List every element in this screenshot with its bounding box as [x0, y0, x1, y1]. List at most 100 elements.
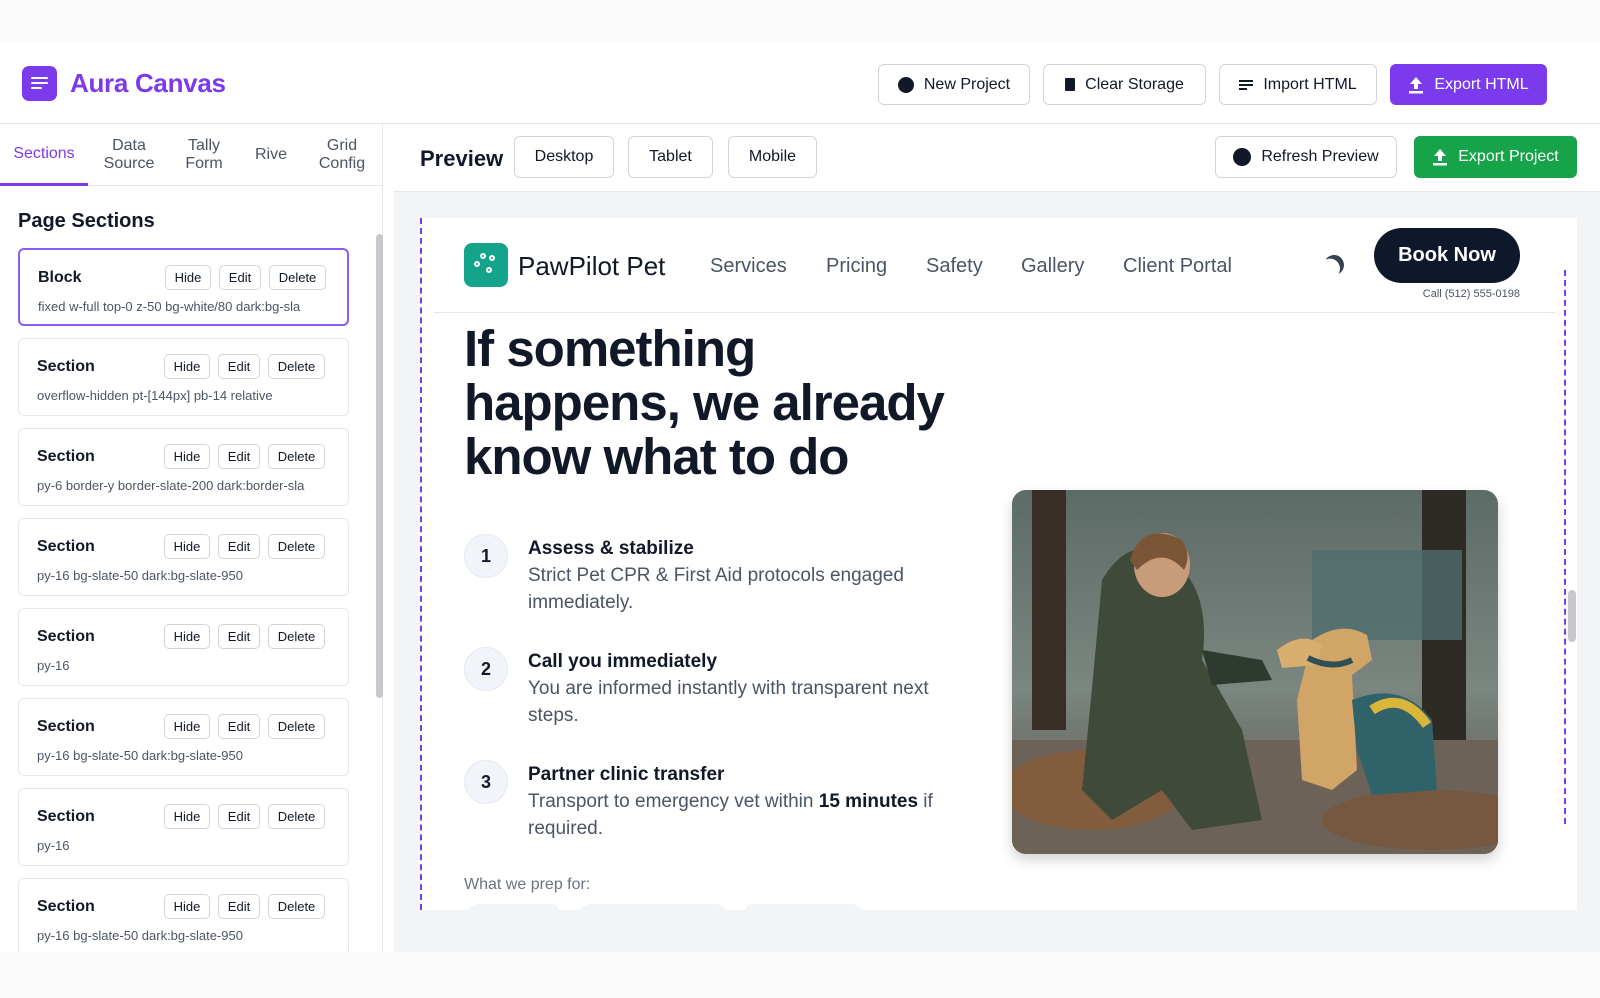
section-card[interactable]: Section Hide Edit Delete py-16 bg-slate-…: [18, 698, 349, 776]
delete-button[interactable]: Delete: [268, 714, 325, 739]
tablet-button[interactable]: Tablet: [628, 136, 713, 178]
prep-label: What we prep for:: [464, 876, 591, 893]
sidebar-scrollbar[interactable]: [376, 234, 383, 698]
rescuer-with-dog-illustration: [1012, 490, 1498, 854]
preview-frame-border: [1564, 270, 1566, 824]
hide-button[interactable]: Hide: [164, 354, 210, 379]
nav-client-portal[interactable]: Client Portal: [1123, 255, 1232, 278]
section-list: Block Hide Edit Delete fixed w-full top-…: [18, 248, 349, 952]
delete-button[interactable]: Delete: [268, 444, 325, 469]
nav-pricing[interactable]: Pricing: [826, 255, 887, 278]
top-bar: Aura Canvas New Project Clear Storage Im…: [0, 42, 1600, 124]
import-html-label: Import HTML: [1263, 75, 1357, 93]
refresh-preview-button[interactable]: Refresh Preview: [1215, 136, 1397, 178]
desktop-button[interactable]: Desktop: [514, 136, 614, 178]
section-classes: py-16 bg-slate-50 dark:bg-slate-950: [37, 928, 243, 943]
hero-image: [1012, 490, 1498, 854]
hide-button[interactable]: Hide: [164, 714, 210, 739]
tab-tally-form-label: Tally Form: [185, 137, 223, 172]
hide-button[interactable]: Hide: [164, 624, 210, 649]
step-desc-emphasis: 15 minutes: [818, 791, 919, 812]
new-project-label: New Project: [923, 75, 1011, 93]
delete-button[interactable]: Delete: [269, 265, 326, 290]
edit-button[interactable]: Edit: [218, 714, 260, 739]
edit-button[interactable]: Edit: [218, 534, 260, 559]
nav-services[interactable]: Services: [710, 255, 787, 278]
edit-button[interactable]: Edit: [218, 444, 260, 469]
preview-frame: PawPilot Pet Services Pricing Safety Gal…: [420, 218, 1577, 910]
new-project-button[interactable]: New Project: [878, 64, 1030, 105]
hide-button[interactable]: Hide: [164, 894, 210, 919]
edit-button[interactable]: Edit: [218, 804, 260, 829]
section-classes: py-16 bg-slate-50 dark:bg-slate-950: [37, 748, 243, 763]
step-description: Strict Pet CPR & First Aid protocols eng…: [528, 565, 904, 613]
section-type: Block: [38, 269, 82, 286]
step-description: Transport to emergency vet within 15 min…: [528, 788, 958, 842]
hide-button[interactable]: Hide: [164, 804, 210, 829]
section-card[interactable]: Section Hide Edit Delete py-16 bg-slate-…: [18, 878, 349, 952]
import-html-button[interactable]: Import HTML: [1219, 64, 1377, 105]
tab-data-source[interactable]: Data Source: [92, 124, 166, 186]
edit-button[interactable]: Edit: [218, 624, 260, 649]
tab-sections[interactable]: Sections: [0, 124, 88, 186]
site-name: PawPilot Pet: [518, 251, 666, 281]
export-project-button[interactable]: Export Project: [1414, 136, 1577, 178]
page-sections-title: Page Sections: [18, 210, 155, 232]
app-brand: Aura Canvas: [70, 68, 226, 98]
tab-grid-config[interactable]: Grid Config: [306, 124, 378, 186]
section-card[interactable]: Section Hide Edit Delete py-16: [18, 788, 349, 866]
prep-tag: [744, 904, 862, 910]
upload-icon: [1433, 149, 1448, 166]
step-desc-text: Transport to emergency vet within: [528, 791, 819, 812]
section-card[interactable]: Section Hide Edit Delete py-6 border-y b…: [18, 428, 349, 506]
moon-icon[interactable]: [1321, 252, 1347, 278]
hide-button[interactable]: Hide: [165, 265, 211, 290]
section-type: Section: [37, 898, 95, 915]
hide-button[interactable]: Hide: [164, 534, 210, 559]
lines-icon: [1239, 79, 1254, 90]
delete-button[interactable]: Delete: [268, 894, 325, 919]
step-description: You are informed instantly with transpar…: [528, 678, 929, 726]
tab-rive[interactable]: Rive: [242, 124, 300, 186]
hide-button[interactable]: Hide: [164, 444, 210, 469]
clear-storage-label: Clear Storage: [1085, 75, 1184, 93]
section-classes: py-16 bg-slate-50 dark:bg-slate-950: [37, 568, 243, 583]
tab-tally-form[interactable]: Tally Form: [170, 124, 238, 186]
prep-tag: [580, 904, 726, 910]
edit-button[interactable]: Edit: [219, 265, 261, 290]
step-number: 1: [464, 534, 508, 578]
delete-button[interactable]: Delete: [268, 534, 325, 559]
preview-toolbar: Preview Desktop Tablet Mobile Refresh Pr…: [394, 124, 1600, 192]
delete-button[interactable]: Delete: [268, 354, 325, 379]
section-card[interactable]: Section Hide Edit Delete py-16 bg-slate-…: [18, 518, 349, 596]
nav-safety[interactable]: Safety: [926, 255, 983, 278]
refresh-preview-label: Refresh Preview: [1261, 148, 1379, 165]
section-card[interactable]: Block Hide Edit Delete fixed w-full top-…: [18, 248, 349, 326]
mobile-button[interactable]: Mobile: [728, 136, 817, 178]
nav-gallery[interactable]: Gallery: [1021, 255, 1084, 278]
export-html-button[interactable]: Export HTML: [1390, 64, 1547, 105]
section-card[interactable]: Section Hide Edit Delete overflow-hidden…: [18, 338, 349, 416]
clear-storage-button[interactable]: Clear Storage: [1043, 64, 1206, 105]
edit-button[interactable]: Edit: [218, 354, 260, 379]
section-type: Section: [37, 358, 95, 375]
preview-title: Preview: [420, 146, 504, 171]
section-card[interactable]: Section Hide Edit Delete py-16: [18, 608, 349, 686]
preview-panel: Preview Desktop Tablet Mobile Refresh Pr…: [394, 124, 1600, 952]
section-type: Section: [37, 628, 95, 645]
delete-button[interactable]: Delete: [268, 804, 325, 829]
tab-sections-label: Sections: [13, 144, 75, 162]
tab-rive-label: Rive: [254, 146, 287, 163]
sidebar-tabs: Sections Data Source Tally Form Rive Gri…: [0, 124, 383, 186]
site-navbar: PawPilot Pet Services Pricing Safety Gal…: [434, 218, 1556, 313]
edit-button[interactable]: Edit: [218, 894, 260, 919]
book-now-button[interactable]: Book Now: [1374, 228, 1520, 283]
preview-scrollbar[interactable]: [1568, 590, 1576, 642]
export-project-label: Export Project: [1458, 148, 1559, 165]
section-classes: overflow-hidden pt-[144px] pb-14 relativ…: [37, 388, 273, 403]
section-type: Section: [37, 718, 95, 735]
step-number: 2: [464, 647, 508, 691]
step-title: Assess & stabilize: [528, 538, 694, 559]
delete-button[interactable]: Delete: [268, 624, 325, 649]
phone-number: Call (512) 555-0198: [1422, 288, 1520, 300]
